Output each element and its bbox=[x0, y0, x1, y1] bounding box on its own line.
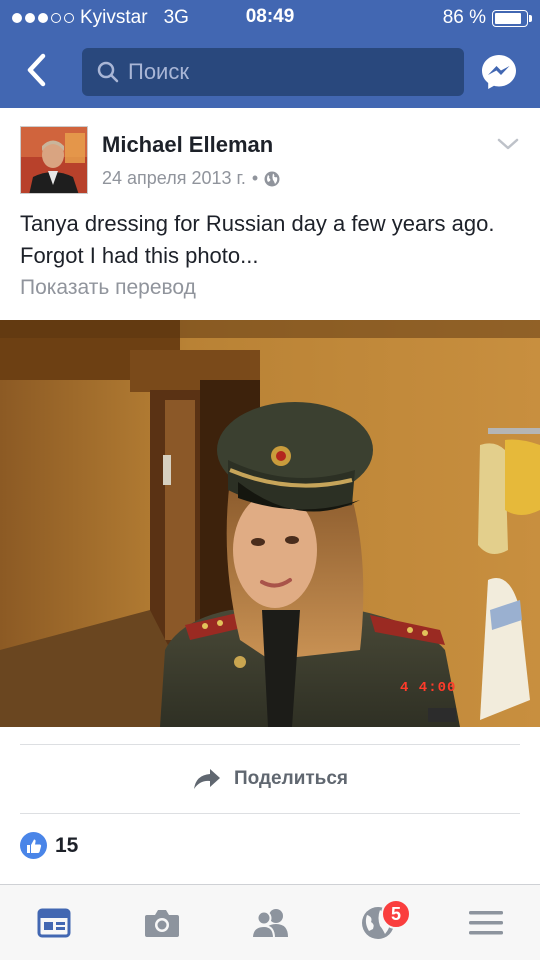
tab-news-feed[interactable] bbox=[30, 901, 78, 945]
camera-icon bbox=[145, 910, 179, 937]
battery-info: 86 % bbox=[442, 7, 532, 29]
notification-badge: 5 bbox=[381, 899, 411, 929]
battery-percent: 86 % bbox=[442, 7, 486, 28]
top-navigation-bar: Kyivstar 3G 08:49 86 % bbox=[0, 0, 540, 108]
like-icon bbox=[20, 832, 47, 859]
share-label: Поделиться bbox=[233, 768, 349, 789]
post-date[interactable]: 24 апреля 2013 г. bbox=[102, 168, 246, 189]
battery-icon bbox=[492, 9, 532, 27]
post-meta: 24 апреля 2013 г. • bbox=[102, 168, 280, 189]
globe-icon bbox=[264, 171, 280, 186]
chevron-down-icon bbox=[497, 138, 519, 150]
tab-camera[interactable] bbox=[138, 901, 186, 945]
translate-link[interactable]: Показать перевод bbox=[20, 276, 196, 300]
menu-icon bbox=[469, 911, 503, 935]
search-bar[interactable] bbox=[82, 48, 464, 96]
like-summary[interactable]: 15 bbox=[20, 832, 78, 859]
status-bar: Kyivstar 3G 08:49 86 % bbox=[0, 0, 540, 36]
back-button[interactable] bbox=[18, 50, 54, 90]
share-arrow-icon bbox=[193, 769, 220, 789]
search-input[interactable] bbox=[128, 59, 448, 85]
post-photo[interactable] bbox=[0, 320, 540, 727]
avatar[interactable] bbox=[20, 126, 88, 194]
meta-separator: • bbox=[251, 168, 259, 188]
friends-icon bbox=[250, 909, 288, 939]
search-icon bbox=[97, 61, 119, 83]
tab-friends[interactable] bbox=[246, 901, 294, 945]
bottom-tab-bar: 5 bbox=[0, 884, 540, 960]
share-button[interactable]: Поделиться bbox=[0, 745, 540, 813]
messenger-icon bbox=[482, 55, 516, 89]
post-caption: Tanya dressing for Russian day a few yea… bbox=[20, 211, 495, 268]
news-feed-icon bbox=[37, 908, 71, 938]
divider bbox=[20, 813, 520, 814]
photo-date-stamp: 4 4:00 bbox=[400, 680, 457, 696]
tab-menu[interactable] bbox=[462, 901, 510, 945]
chevron-left-icon bbox=[27, 53, 46, 87]
post-author-name[interactable]: Michael Elleman bbox=[102, 132, 273, 158]
post-options-button[interactable] bbox=[496, 136, 520, 152]
like-count: 15 bbox=[55, 833, 79, 857]
messenger-button[interactable] bbox=[480, 53, 518, 91]
